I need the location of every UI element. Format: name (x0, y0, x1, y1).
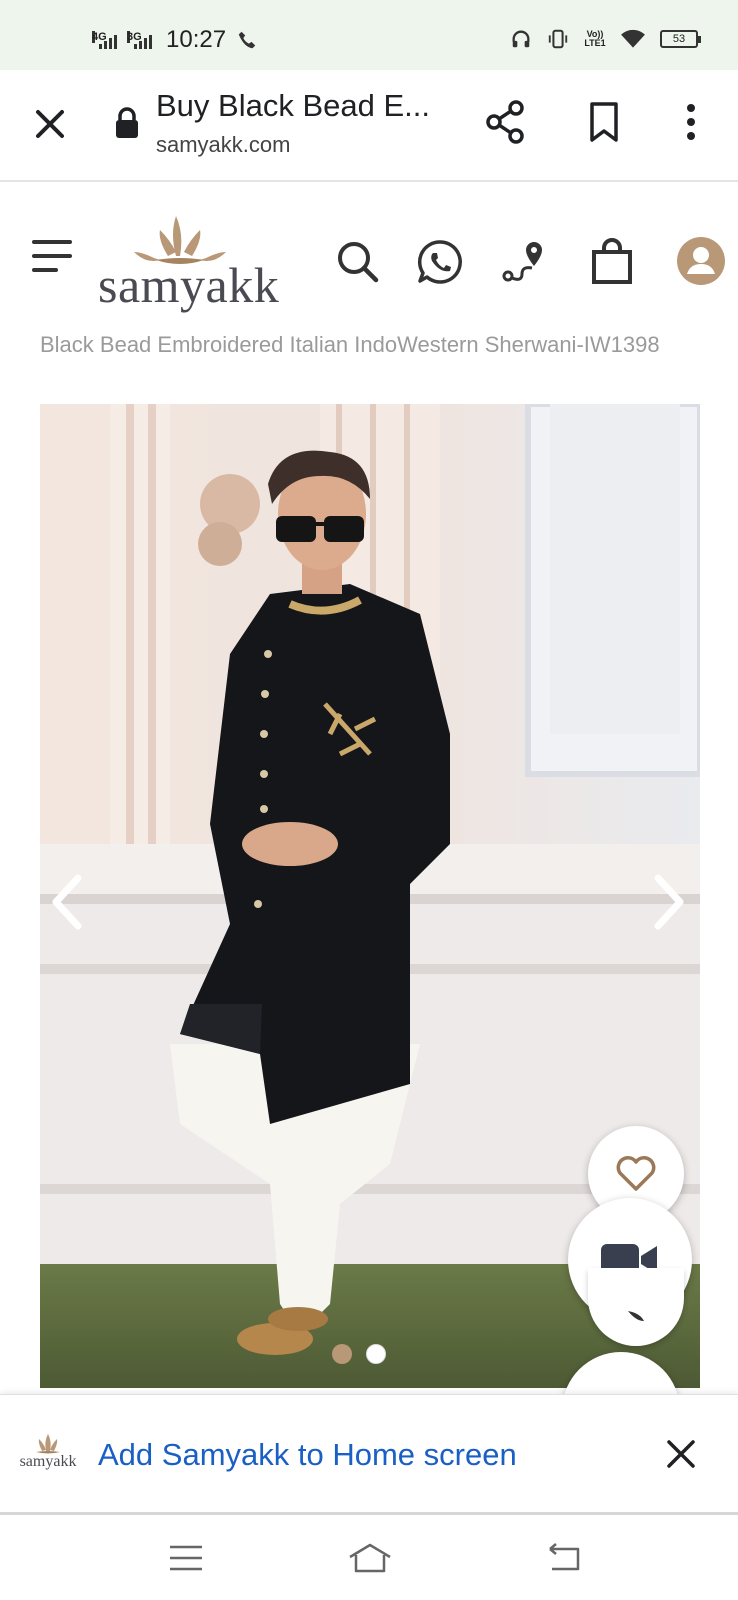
volte-indicator: Vo)) LTE1 (584, 29, 606, 48)
site-logo[interactable]: samyakk (98, 212, 280, 313)
page-title[interactable]: Buy Black Bead E... (156, 88, 430, 124)
pagination-dot[interactable] (366, 1344, 386, 1364)
previous-image-icon[interactable] (46, 866, 90, 938)
system-nav-bar (0, 1512, 738, 1600)
signal-sim2-icon: 3G (127, 31, 152, 49)
close-icon[interactable] (30, 104, 70, 144)
battery-level: 53 (672, 33, 686, 45)
chat-tail-icon (628, 1311, 644, 1321)
pagination-dot-active[interactable] (332, 1344, 352, 1364)
recent-apps-icon[interactable] (166, 1541, 206, 1575)
battery-icon: 53 (660, 30, 701, 48)
user-account-icon[interactable] (676, 236, 726, 286)
wifi-icon (621, 29, 645, 48)
network-type-sim1: 4G (92, 31, 107, 43)
network-type-sim2: 3G (127, 31, 142, 43)
route-location-icon[interactable] (500, 238, 548, 286)
signal-sim1-icon: 4G (92, 31, 117, 49)
browser-toolbar: Buy Black Bead E... samyakk.com (0, 70, 738, 182)
banner-logo: samyakk (16, 1433, 80, 1475)
status-right: Vo)) LTE1 53 (510, 28, 701, 50)
more-vert-icon[interactable] (676, 100, 706, 144)
next-image-icon[interactable] (646, 866, 690, 938)
hamburger-icon[interactable] (32, 240, 72, 276)
url-text[interactable]: samyakk.com (156, 132, 290, 158)
lotus-logo-icon (36, 1434, 60, 1454)
lock-icon[interactable] (112, 106, 142, 140)
back-icon[interactable] (544, 1541, 584, 1575)
phone-call-icon (238, 31, 256, 49)
status-bar: 4G 3G 10:27 Vo)) LTE1 53 (0, 0, 738, 70)
add-to-home-link[interactable]: Add Samyakk to Home screen (98, 1437, 517, 1473)
clock: 10:27 (166, 26, 227, 53)
image-pagination (332, 1344, 386, 1364)
close-icon[interactable] (664, 1437, 698, 1471)
banner-logo-wordmark: samyakk (19, 1453, 77, 1470)
product-title: Black Bead Embroidered Italian IndoWeste… (40, 332, 660, 357)
heart-icon (616, 1156, 656, 1191)
vibrate-icon (548, 29, 568, 49)
status-left: 4G 3G 10:27 (92, 26, 258, 54)
home-icon[interactable] (346, 1541, 394, 1575)
share-icon[interactable] (482, 98, 528, 146)
shopping-bag-icon[interactable] (588, 238, 636, 286)
headphones-icon (512, 30, 530, 48)
site-header: samyakk (0, 184, 738, 320)
logo-wordmark: samyakk (98, 257, 280, 313)
bookmark-icon[interactable] (584, 100, 624, 144)
whatsapp-icon[interactable] (416, 238, 464, 286)
search-icon[interactable] (334, 238, 382, 286)
add-to-home-banner: samyakk Add Samyakk to Home screen (0, 1394, 738, 1512)
